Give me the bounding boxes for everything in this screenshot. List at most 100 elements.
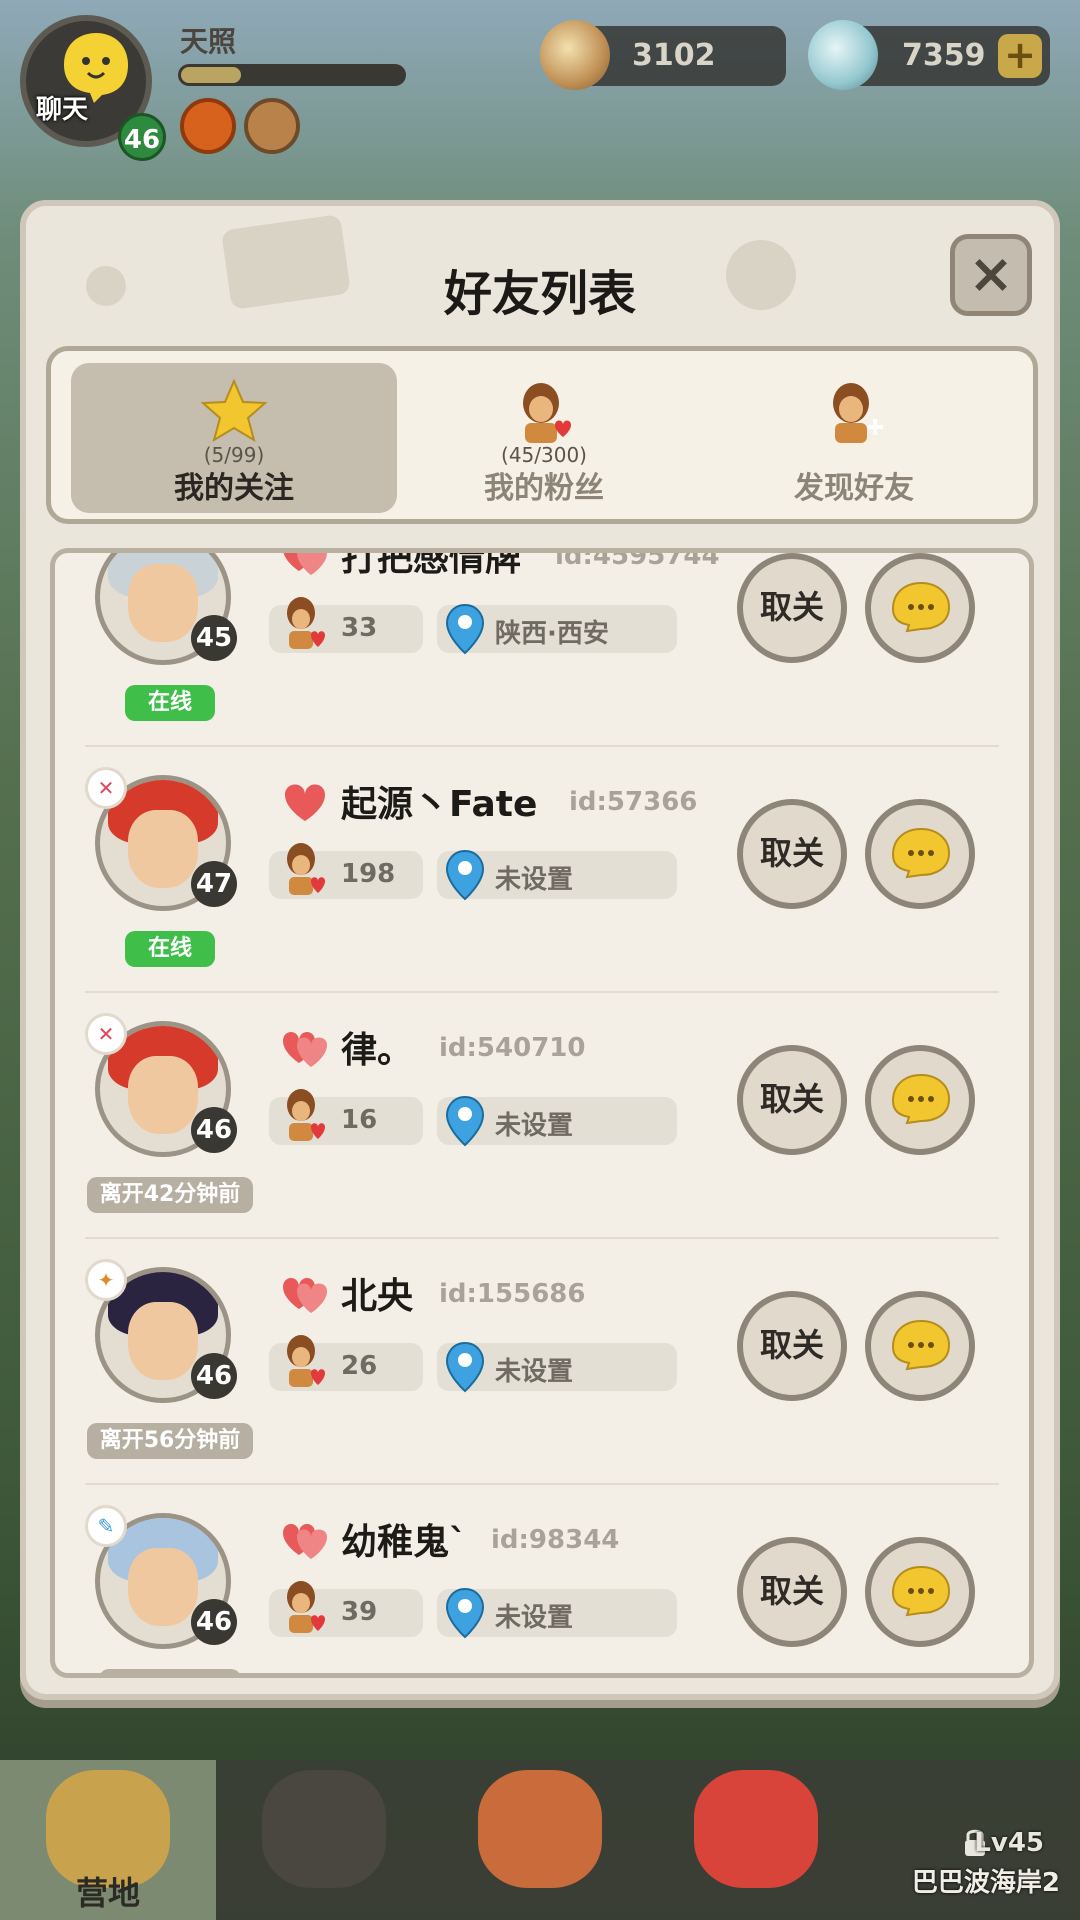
friend-row[interactable]: ✦ 46 离开56分钟前 北央 id:155686 26 未设置 取关 xyxy=(55,1239,1029,1485)
locked-level: Lv45 xyxy=(974,1828,1044,1858)
nav-totem[interactable] xyxy=(432,1760,648,1920)
tab-following[interactable]: (5/99) 我的关注 xyxy=(71,363,397,513)
unfollow-button[interactable]: 取关 xyxy=(737,1045,847,1155)
offline-status: 离开42分钟前 xyxy=(87,1177,253,1213)
add-gems-button[interactable]: + xyxy=(998,34,1042,78)
guild-emblem-icon: ✕ xyxy=(85,767,127,809)
red-dino-icon xyxy=(694,1770,818,1888)
location-pin-icon xyxy=(445,1341,485,1393)
friend-level-badge: 46 xyxy=(191,1353,237,1399)
location-pin-icon xyxy=(445,603,485,655)
unfollow-button[interactable]: 取关 xyxy=(737,1291,847,1401)
guild-emblem-icon: ✕ xyxy=(85,1013,127,1055)
star-icon xyxy=(201,379,267,443)
location-pill: 未设置 xyxy=(437,1341,677,1393)
chat-bubble-icon xyxy=(891,581,951,633)
friend-id: id:540710 xyxy=(439,1033,586,1063)
friend-list[interactable]: 45 在线 打把感情牌 id:4595744 33 陕西·西安 取关 ✕ 47 … xyxy=(50,548,1034,1678)
friend-list-dialog: 好友列表 × (5/99) 我的关注 (45/300) 我的粉丝 发现好友 45… xyxy=(20,200,1060,1700)
caveman-heart-icon xyxy=(287,843,325,895)
friend-location: 未设置 xyxy=(495,1111,574,1141)
fans-count: 33 xyxy=(341,613,378,643)
chat-bubble-icon xyxy=(891,1073,951,1125)
shell-coin-icon xyxy=(540,20,610,90)
chat-label[interactable]: 聊天 xyxy=(36,89,88,126)
double-heart-icon xyxy=(283,1278,327,1313)
friend-location: 未设置 xyxy=(495,1603,574,1633)
nav-character[interactable] xyxy=(216,1760,432,1920)
unfollow-button[interactable]: 取关 xyxy=(737,799,847,909)
player-avatar[interactable]: 聊天 46 xyxy=(20,15,166,161)
offline-status: 30天前离开 xyxy=(99,1669,241,1673)
buff-badge-icon[interactable] xyxy=(180,98,236,154)
shield-badge-icon[interactable] xyxy=(244,98,300,154)
friend-name: 打把感情牌 xyxy=(341,548,522,579)
friend-row[interactable]: ✕ 46 离开42分钟前 律。 id:540710 16 未设置 取关 xyxy=(55,993,1029,1239)
caveman-heart-icon xyxy=(287,1089,325,1141)
bottom-nav: 营地 Lv45 巴巴波海岸2 xyxy=(0,1760,1080,1920)
friend-location: 未设置 xyxy=(495,865,574,895)
tab-fans[interactable]: (45/300) 我的粉丝 xyxy=(381,363,707,513)
chat-button[interactable] xyxy=(865,1291,975,1401)
unfollow-button[interactable]: 取关 xyxy=(737,553,847,663)
friend-location: 陕西·西安 xyxy=(495,619,609,649)
chat-button[interactable] xyxy=(865,1537,975,1647)
totem-icon xyxy=(478,1770,602,1888)
fans-count: 26 xyxy=(341,1351,378,1381)
fans-count: 198 xyxy=(341,859,396,889)
chat-bubble-icon xyxy=(891,827,951,879)
friend-row[interactable]: ✕ 47 在线 起源丶Fate id:57366 198 未设置 取关 xyxy=(55,747,1029,993)
locked-area-name: 巴巴波海岸2 xyxy=(911,1868,1060,1898)
nav-camp-label: 营地 xyxy=(75,1874,140,1912)
caveman-add-icon xyxy=(833,383,883,443)
fans-count-pill: 39 xyxy=(269,1581,423,1637)
fans-count: 16 xyxy=(341,1105,378,1135)
friend-id: id:57366 xyxy=(569,787,698,817)
gold-currency[interactable]: 3102 xyxy=(540,20,786,90)
chat-button[interactable] xyxy=(865,1045,975,1155)
nav-locked-area[interactable]: Lv45 巴巴波海岸2 xyxy=(864,1760,1080,1920)
location-pin-icon xyxy=(445,1095,485,1147)
caveman-heart-icon xyxy=(287,597,325,649)
player-name: 天照 xyxy=(180,25,237,58)
gem-shell-icon xyxy=(808,20,878,90)
exp-bar-fill xyxy=(181,67,241,83)
tab-following-label: 我的关注 xyxy=(174,471,294,506)
friend-id: id:4595744 xyxy=(555,548,720,571)
nav-camp[interactable]: 营地 xyxy=(0,1760,216,1920)
friend-name: 北央 xyxy=(341,1276,414,1317)
location-pill: 未设置 xyxy=(437,1587,677,1639)
friend-name: 律。 xyxy=(341,1030,414,1071)
location-pill: 未设置 xyxy=(437,849,677,901)
caveman-heart-icon xyxy=(523,383,571,443)
fans-count-pill: 16 xyxy=(269,1089,423,1145)
chat-button[interactable] xyxy=(865,799,975,909)
gem-currency[interactable]: 7359 + xyxy=(808,20,1050,90)
close-button[interactable]: × xyxy=(950,234,1032,316)
unfollow-button[interactable]: 取关 xyxy=(737,1537,847,1647)
online-status: 在线 xyxy=(125,931,215,967)
chat-button[interactable] xyxy=(865,553,975,663)
caveman-heart-icon xyxy=(287,1335,325,1387)
friend-row[interactable]: 45 在线 打把感情牌 id:4595744 33 陕西·西安 取关 xyxy=(55,548,1029,747)
tab-fans-label: 我的粉丝 xyxy=(484,471,604,506)
online-status: 在线 xyxy=(125,685,215,721)
fans-count-pill: 33 xyxy=(269,597,423,653)
location-pill: 陕西·西安 xyxy=(437,603,677,655)
nav-pet[interactable] xyxy=(648,1760,864,1920)
location-pin-icon xyxy=(445,1587,485,1639)
friend-level-badge: 46 xyxy=(191,1107,237,1153)
friend-row[interactable]: ✎ 46 30天前离开 幼稚鬼` id:98344 39 未设置 取关 xyxy=(55,1485,1029,1673)
fans-count-pill: 26 xyxy=(269,1335,423,1391)
guild-emblem-icon: ✎ xyxy=(85,1505,127,1547)
tab-discover[interactable]: 发现好友 xyxy=(691,363,1017,513)
fans-count-pill: 198 xyxy=(269,843,423,899)
friend-id: id:98344 xyxy=(491,1525,620,1555)
friend-name: 幼稚鬼` xyxy=(341,1522,468,1563)
tab-bar: (5/99) 我的关注 (45/300) 我的粉丝 发现好友 xyxy=(46,346,1038,524)
friend-location: 未设置 xyxy=(495,1357,574,1387)
friend-level-badge: 46 xyxy=(191,1599,237,1645)
chat-bubble-icon xyxy=(891,1319,951,1371)
friend-level-badge: 45 xyxy=(191,615,237,661)
tab-discover-label: 发现好友 xyxy=(794,471,914,506)
